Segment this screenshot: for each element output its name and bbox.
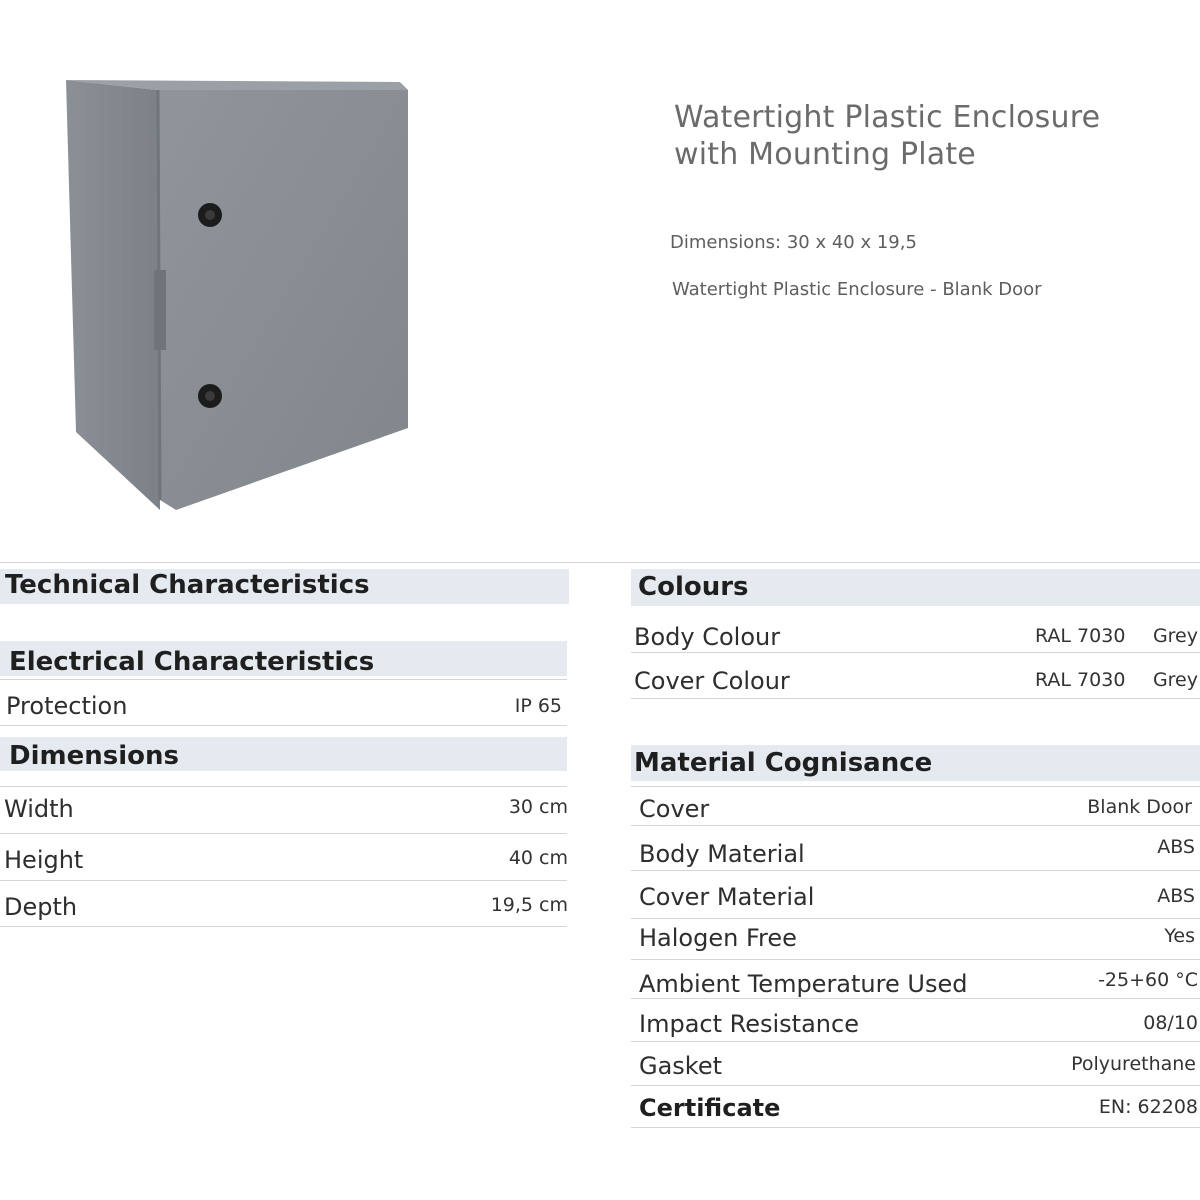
dimensions-heading: Dimensions bbox=[9, 741, 179, 771]
material-value: 08/10 bbox=[1143, 1012, 1198, 1034]
material-label: Body Material bbox=[639, 840, 805, 868]
product-title-line1: Watertight Plastic Enclosure bbox=[674, 100, 1101, 135]
colour-label: Body Colour bbox=[634, 623, 781, 651]
spec-value: 30 cm bbox=[508, 796, 568, 818]
colour-label: Cover Colour bbox=[634, 667, 790, 695]
colours-heading: Colours bbox=[638, 572, 749, 602]
product-dimensions: Dimensions: 30 x 40 x 19,5 bbox=[670, 232, 917, 253]
spec-label: Protection bbox=[6, 692, 128, 720]
material-value: -25+60 °C bbox=[1098, 969, 1198, 991]
material-label: Ambient Temperature Used bbox=[639, 970, 968, 998]
material-label: Halogen Free bbox=[639, 924, 797, 952]
material-label: Cover Material bbox=[639, 883, 815, 911]
colour-code: RAL 7030 bbox=[1035, 669, 1126, 691]
material-heading: Material Cognisance bbox=[634, 748, 933, 778]
technical-heading: Technical Characteristics bbox=[5, 570, 370, 600]
material-value: ABS bbox=[1157, 885, 1195, 907]
colour-name: Grey bbox=[1152, 625, 1198, 647]
spec-value: 19,5 cm bbox=[490, 894, 568, 916]
spec-value: IP 65 bbox=[514, 695, 562, 717]
spec-label: Width bbox=[4, 795, 74, 823]
section-divider bbox=[0, 562, 1200, 563]
material-label: Certificate bbox=[639, 1094, 781, 1122]
material-label: Gasket bbox=[639, 1052, 723, 1080]
product-image bbox=[66, 80, 408, 510]
material-value: Polyurethane bbox=[1071, 1053, 1196, 1075]
product-title-line2: with Mounting Plate bbox=[674, 137, 976, 172]
colour-code: RAL 7030 bbox=[1035, 625, 1126, 647]
spec-label: Depth bbox=[4, 893, 78, 921]
material-value: ABS bbox=[1157, 836, 1195, 858]
colour-name: Grey bbox=[1152, 669, 1198, 691]
material-label: Cover bbox=[639, 795, 710, 823]
electrical-heading: Electrical Characteristics bbox=[9, 647, 375, 677]
material-value: Yes bbox=[1164, 925, 1195, 947]
enclosure-body bbox=[66, 80, 160, 510]
product-variant: Watertight Plastic Enclosure - Blank Doo… bbox=[672, 279, 1042, 300]
material-label: Impact Resistance bbox=[639, 1010, 859, 1038]
enclosure-door bbox=[158, 90, 408, 510]
spec-label: Height bbox=[4, 846, 84, 874]
material-value: EN: 62208 bbox=[1098, 1096, 1198, 1118]
material-value: Blank Door bbox=[1087, 796, 1192, 818]
spec-value: 40 cm bbox=[508, 847, 568, 869]
